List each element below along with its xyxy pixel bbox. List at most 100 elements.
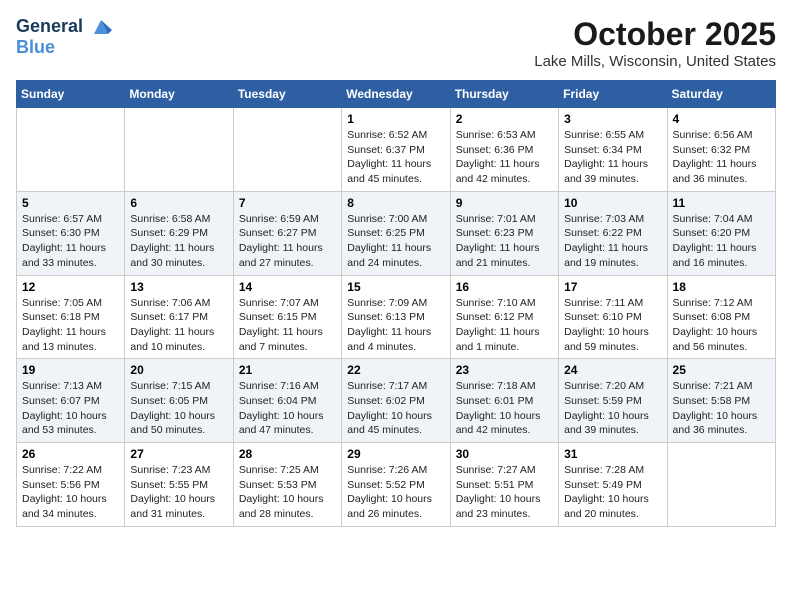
- calendar-day-cell: 4 Sunrise: 6:56 AMSunset: 6:32 PMDaylight…: [667, 108, 775, 192]
- day-info: Sunrise: 7:26 AMSunset: 5:52 PMDaylight:…: [347, 463, 444, 522]
- calendar-day-cell: 13 Sunrise: 7:06 AMSunset: 6:17 PMDayligh…: [125, 275, 233, 359]
- logo: General Blue: [16, 16, 112, 58]
- calendar-week-row: 1 Sunrise: 6:52 AMSunset: 6:37 PMDaylight…: [17, 108, 776, 192]
- day-info: Sunrise: 7:22 AMSunset: 5:56 PMDaylight:…: [22, 463, 119, 522]
- calendar-day-cell: 10 Sunrise: 7:03 AMSunset: 6:22 PMDayligh…: [559, 191, 667, 275]
- logo-text: General: [16, 16, 112, 38]
- calendar-body: 1 Sunrise: 6:52 AMSunset: 6:37 PMDaylight…: [17, 108, 776, 527]
- weekday-header-row: SundayMondayTuesdayWednesdayThursdayFrid…: [17, 81, 776, 108]
- day-number: 9: [456, 196, 553, 210]
- day-info: Sunrise: 7:07 AMSunset: 6:15 PMDaylight:…: [239, 296, 336, 355]
- day-number: 23: [456, 363, 553, 377]
- day-number: 14: [239, 280, 336, 294]
- day-info: Sunrise: 7:06 AMSunset: 6:17 PMDaylight:…: [130, 296, 227, 355]
- day-number: 25: [673, 363, 770, 377]
- day-number: 16: [456, 280, 553, 294]
- calendar-day-cell: 20 Sunrise: 7:15 AMSunset: 6:05 PMDayligh…: [125, 359, 233, 443]
- weekday-header-cell: Sunday: [17, 81, 125, 108]
- day-info: Sunrise: 7:01 AMSunset: 6:23 PMDaylight:…: [456, 212, 553, 271]
- calendar-day-cell: 30Sunrise: 7:27 AMSunset: 5:51 PMDayligh…: [450, 443, 558, 527]
- day-number: 7: [239, 196, 336, 210]
- day-number: 22: [347, 363, 444, 377]
- day-number: 20: [130, 363, 227, 377]
- calendar-week-row: 26 Sunrise: 7:22 AMSunset: 5:56 PMDayligh…: [17, 443, 776, 527]
- calendar-day-cell: 24Sunrise: 7:20 AMSunset: 5:59 PMDayligh…: [559, 359, 667, 443]
- calendar-day-cell: 6 Sunrise: 6:58 AMSunset: 6:29 PMDaylight…: [125, 191, 233, 275]
- day-info: Sunrise: 7:16 AMSunset: 6:04 PMDaylight:…: [239, 379, 336, 438]
- calendar-day-cell: 23Sunrise: 7:18 AMSunset: 6:01 PMDayligh…: [450, 359, 558, 443]
- calendar-day-cell: 27Sunrise: 7:23 AMSunset: 5:55 PMDayligh…: [125, 443, 233, 527]
- day-info: Sunrise: 7:00 AMSunset: 6:25 PMDaylight:…: [347, 212, 444, 271]
- day-info: Sunrise: 7:23 AMSunset: 5:55 PMDaylight:…: [130, 463, 227, 522]
- calendar-day-cell: 19Sunrise: 7:13 AMSunset: 6:07 PMDayligh…: [17, 359, 125, 443]
- day-number: 1: [347, 112, 444, 126]
- calendar-week-row: 12Sunrise: 7:05 AMSunset: 6:18 PMDayligh…: [17, 275, 776, 359]
- day-number: 29: [347, 447, 444, 461]
- day-info: Sunrise: 7:03 AMSunset: 6:22 PMDaylight:…: [564, 212, 661, 271]
- day-number: 4: [673, 112, 770, 126]
- weekday-header-cell: Saturday: [667, 81, 775, 108]
- day-info: Sunrise: 6:53 AMSunset: 6:36 PMDaylight:…: [456, 128, 553, 187]
- day-info: Sunrise: 7:10 AMSunset: 6:12 PMDaylight:…: [456, 296, 553, 355]
- day-number: 30: [456, 447, 553, 461]
- calendar-day-cell: 1 Sunrise: 6:52 AMSunset: 6:37 PMDaylight…: [342, 108, 450, 192]
- day-number: 6: [130, 196, 227, 210]
- day-info: Sunrise: 7:17 AMSunset: 6:02 PMDaylight:…: [347, 379, 444, 438]
- month-title: October 2025: [534, 16, 776, 53]
- calendar-week-row: 19Sunrise: 7:13 AMSunset: 6:07 PMDayligh…: [17, 359, 776, 443]
- weekday-header-cell: Tuesday: [233, 81, 341, 108]
- day-info: Sunrise: 7:12 AMSunset: 6:08 PMDaylight:…: [673, 296, 770, 355]
- day-number: 2: [456, 112, 553, 126]
- day-number: 15: [347, 280, 444, 294]
- calendar-day-cell: 14 Sunrise: 7:07 AMSunset: 6:15 PMDayligh…: [233, 275, 341, 359]
- location-title: Lake Mills, Wisconsin, United States: [534, 53, 776, 70]
- day-number: 5: [22, 196, 119, 210]
- calendar-day-cell: 28 Sunrise: 7:25 AMSunset: 5:53 PMDayligh…: [233, 443, 341, 527]
- calendar-day-cell: 9 Sunrise: 7:01 AMSunset: 6:23 PMDaylight…: [450, 191, 558, 275]
- calendar-day-cell: 2 Sunrise: 6:53 AMSunset: 6:36 PMDaylight…: [450, 108, 558, 192]
- day-number: 10: [564, 196, 661, 210]
- title-area: October 2025 Lake Mills, Wisconsin, Unit…: [534, 16, 776, 70]
- calendar-day-cell: 26 Sunrise: 7:22 AMSunset: 5:56 PMDayligh…: [17, 443, 125, 527]
- day-number: 8: [347, 196, 444, 210]
- calendar-day-cell: [233, 108, 341, 192]
- day-number: 12: [22, 280, 119, 294]
- calendar-day-cell: 22 Sunrise: 7:17 AMSunset: 6:02 PMDayligh…: [342, 359, 450, 443]
- day-info: Sunrise: 7:04 AMSunset: 6:20 PMDaylight:…: [673, 212, 770, 271]
- calendar-day-cell: 17Sunrise: 7:11 AMSunset: 6:10 PMDayligh…: [559, 275, 667, 359]
- day-number: 19: [22, 363, 119, 377]
- logo-blue: Blue: [16, 38, 112, 58]
- day-info: Sunrise: 6:52 AMSunset: 6:37 PMDaylight:…: [347, 128, 444, 187]
- day-number: 26: [22, 447, 119, 461]
- day-info: Sunrise: 7:09 AMSunset: 6:13 PMDaylight:…: [347, 296, 444, 355]
- day-info: Sunrise: 6:57 AMSunset: 6:30 PMDaylight:…: [22, 212, 119, 271]
- calendar-day-cell: 25 Sunrise: 7:21 AMSunset: 5:58 PMDayligh…: [667, 359, 775, 443]
- day-info: Sunrise: 7:21 AMSunset: 5:58 PMDaylight:…: [673, 379, 770, 438]
- day-number: 3: [564, 112, 661, 126]
- calendar-day-cell: 18 Sunrise: 7:12 AMSunset: 6:08 PMDayligh…: [667, 275, 775, 359]
- calendar-day-cell: [17, 108, 125, 192]
- day-number: 28: [239, 447, 336, 461]
- day-info: Sunrise: 6:59 AMSunset: 6:27 PMDaylight:…: [239, 212, 336, 271]
- day-info: Sunrise: 6:58 AMSunset: 6:29 PMDaylight:…: [130, 212, 227, 271]
- day-info: Sunrise: 6:55 AMSunset: 6:34 PMDaylight:…: [564, 128, 661, 187]
- calendar-day-cell: 21Sunrise: 7:16 AMSunset: 6:04 PMDayligh…: [233, 359, 341, 443]
- day-info: Sunrise: 7:28 AMSunset: 5:49 PMDaylight:…: [564, 463, 661, 522]
- day-number: 11: [673, 196, 770, 210]
- day-number: 31: [564, 447, 661, 461]
- calendar-day-cell: 15 Sunrise: 7:09 AMSunset: 6:13 PMDayligh…: [342, 275, 450, 359]
- header: General Blue October 2025 Lake Mills, Wi…: [16, 16, 776, 70]
- weekday-header-cell: Wednesday: [342, 81, 450, 108]
- calendar-day-cell: [125, 108, 233, 192]
- logo-icon: [90, 16, 112, 38]
- day-number: 13: [130, 280, 227, 294]
- calendar-day-cell: 5 Sunrise: 6:57 AMSunset: 6:30 PMDaylight…: [17, 191, 125, 275]
- day-info: Sunrise: 7:15 AMSunset: 6:05 PMDaylight:…: [130, 379, 227, 438]
- calendar-day-cell: 7 Sunrise: 6:59 AMSunset: 6:27 PMDaylight…: [233, 191, 341, 275]
- day-number: 24: [564, 363, 661, 377]
- day-info: Sunrise: 6:56 AMSunset: 6:32 PMDaylight:…: [673, 128, 770, 187]
- calendar-day-cell: 3 Sunrise: 6:55 AMSunset: 6:34 PMDaylight…: [559, 108, 667, 192]
- weekday-header-cell: Friday: [559, 81, 667, 108]
- day-number: 18: [673, 280, 770, 294]
- day-info: Sunrise: 7:25 AMSunset: 5:53 PMDaylight:…: [239, 463, 336, 522]
